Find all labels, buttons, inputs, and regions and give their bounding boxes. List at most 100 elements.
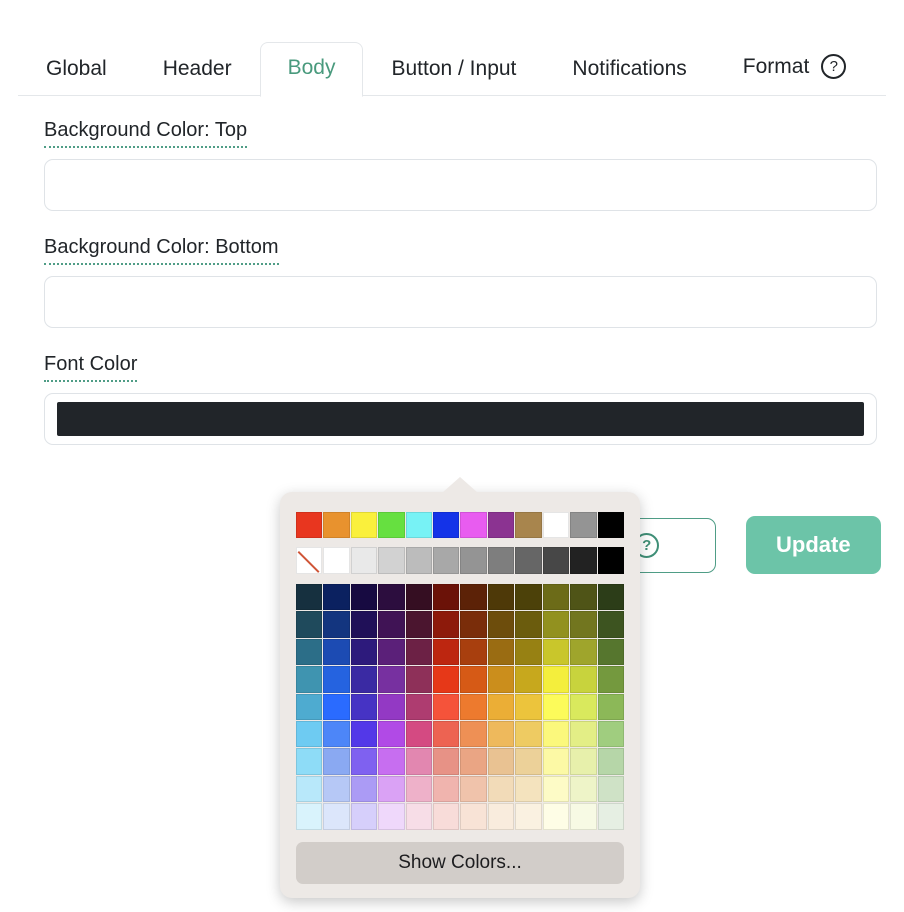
color-swatch[interactable] [350,748,378,775]
color-swatch[interactable] [296,775,323,803]
color-swatch[interactable] [542,775,570,803]
color-swatch[interactable] [570,693,597,720]
color-swatch[interactable] [350,512,378,539]
color-swatch[interactable] [378,803,405,830]
color-swatch[interactable] [405,638,433,666]
color-swatch[interactable] [433,583,460,611]
color-swatch[interactable] [405,611,433,638]
color-swatch[interactable] [487,803,515,830]
background-color-bottom-input[interactable] [44,276,877,328]
color-swatch[interactable] [597,693,624,720]
tab-button-input[interactable]: Button / Input [363,43,544,97]
help-circle-icon[interactable]: ? [821,54,847,79]
color-swatch[interactable] [570,666,597,693]
color-swatch[interactable] [378,611,405,638]
color-swatch[interactable] [405,512,433,539]
color-swatch[interactable] [296,666,323,693]
color-swatch[interactable] [405,775,433,803]
color-swatch[interactable] [597,666,624,693]
color-swatch[interactable] [405,803,433,830]
color-swatch[interactable] [597,803,624,830]
color-swatch[interactable] [460,611,487,638]
color-swatch[interactable] [433,611,460,638]
color-swatch[interactable] [296,611,323,638]
color-swatch[interactable] [350,666,378,693]
color-swatch[interactable] [378,512,405,539]
color-swatch[interactable] [433,720,460,748]
color-swatch[interactable] [515,547,542,574]
color-swatch[interactable] [597,720,624,748]
color-swatch[interactable] [323,666,350,693]
color-swatch[interactable] [433,512,460,539]
color-swatch[interactable] [460,512,487,539]
color-swatch[interactable] [542,512,570,539]
color-swatch[interactable] [378,666,405,693]
tab-body[interactable]: Body [259,42,364,97]
color-swatch[interactable] [460,775,487,803]
color-swatch[interactable] [378,748,405,775]
color-swatch[interactable] [433,693,460,720]
color-swatch[interactable] [515,512,542,539]
color-swatch[interactable] [570,803,597,830]
color-swatch[interactable] [570,512,597,539]
color-swatch[interactable] [323,775,350,803]
color-swatch[interactable] [597,512,624,539]
color-swatch[interactable] [515,611,542,638]
color-swatch[interactable] [570,775,597,803]
color-swatch[interactable] [378,720,405,748]
color-swatch[interactable] [487,638,515,666]
update-button[interactable]: Update [746,516,881,574]
color-swatch[interactable] [433,803,460,830]
color-swatch[interactable] [542,666,570,693]
color-swatch[interactable] [515,666,542,693]
tab-notifications[interactable]: Notifications [544,43,714,97]
show-colors-button[interactable]: Show Colors... [296,841,624,884]
color-swatch[interactable] [487,583,515,611]
tab-header[interactable]: Header [135,43,260,97]
font-color-swatch[interactable] [57,402,864,436]
color-swatch[interactable] [323,803,350,830]
tab-format[interactable]: Format ? [715,39,875,97]
color-swatch[interactable] [597,547,624,574]
color-swatch[interactable] [515,638,542,666]
font-color-input[interactable] [44,393,877,445]
color-swatch[interactable] [405,720,433,748]
color-swatch[interactable] [323,583,350,611]
color-swatch[interactable] [570,583,597,611]
color-swatch[interactable] [323,748,350,775]
color-swatch[interactable] [460,693,487,720]
color-swatch[interactable] [487,666,515,693]
color-swatch[interactable] [323,720,350,748]
color-swatch[interactable] [570,611,597,638]
color-swatch[interactable] [570,638,597,666]
color-swatch[interactable] [350,693,378,720]
color-swatch[interactable] [460,583,487,611]
color-swatch[interactable] [350,583,378,611]
color-swatch[interactable] [378,638,405,666]
color-swatch[interactable] [542,547,570,574]
color-swatch[interactable] [597,638,624,666]
color-swatch[interactable] [378,775,405,803]
color-swatch[interactable] [323,512,350,539]
color-swatch[interactable] [542,748,570,775]
color-swatch[interactable] [597,748,624,775]
color-swatch[interactable] [542,720,570,748]
color-swatch[interactable] [323,547,350,574]
color-swatch[interactable] [487,611,515,638]
color-swatch[interactable] [296,512,323,539]
color-swatch[interactable] [405,693,433,720]
color-swatch[interactable] [405,547,433,574]
background-color-top-input[interactable] [44,159,877,211]
color-swatch[interactable] [515,748,542,775]
color-swatch[interactable] [542,693,570,720]
color-swatch[interactable] [296,583,323,611]
color-swatch[interactable] [296,720,323,748]
color-swatch[interactable] [323,638,350,666]
color-swatch[interactable] [405,748,433,775]
color-swatch[interactable] [350,611,378,638]
color-swatch[interactable] [487,512,515,539]
color-swatch[interactable] [487,775,515,803]
no-color-swatch[interactable] [296,547,323,574]
color-swatch[interactable] [460,638,487,666]
color-swatch[interactable] [542,638,570,666]
